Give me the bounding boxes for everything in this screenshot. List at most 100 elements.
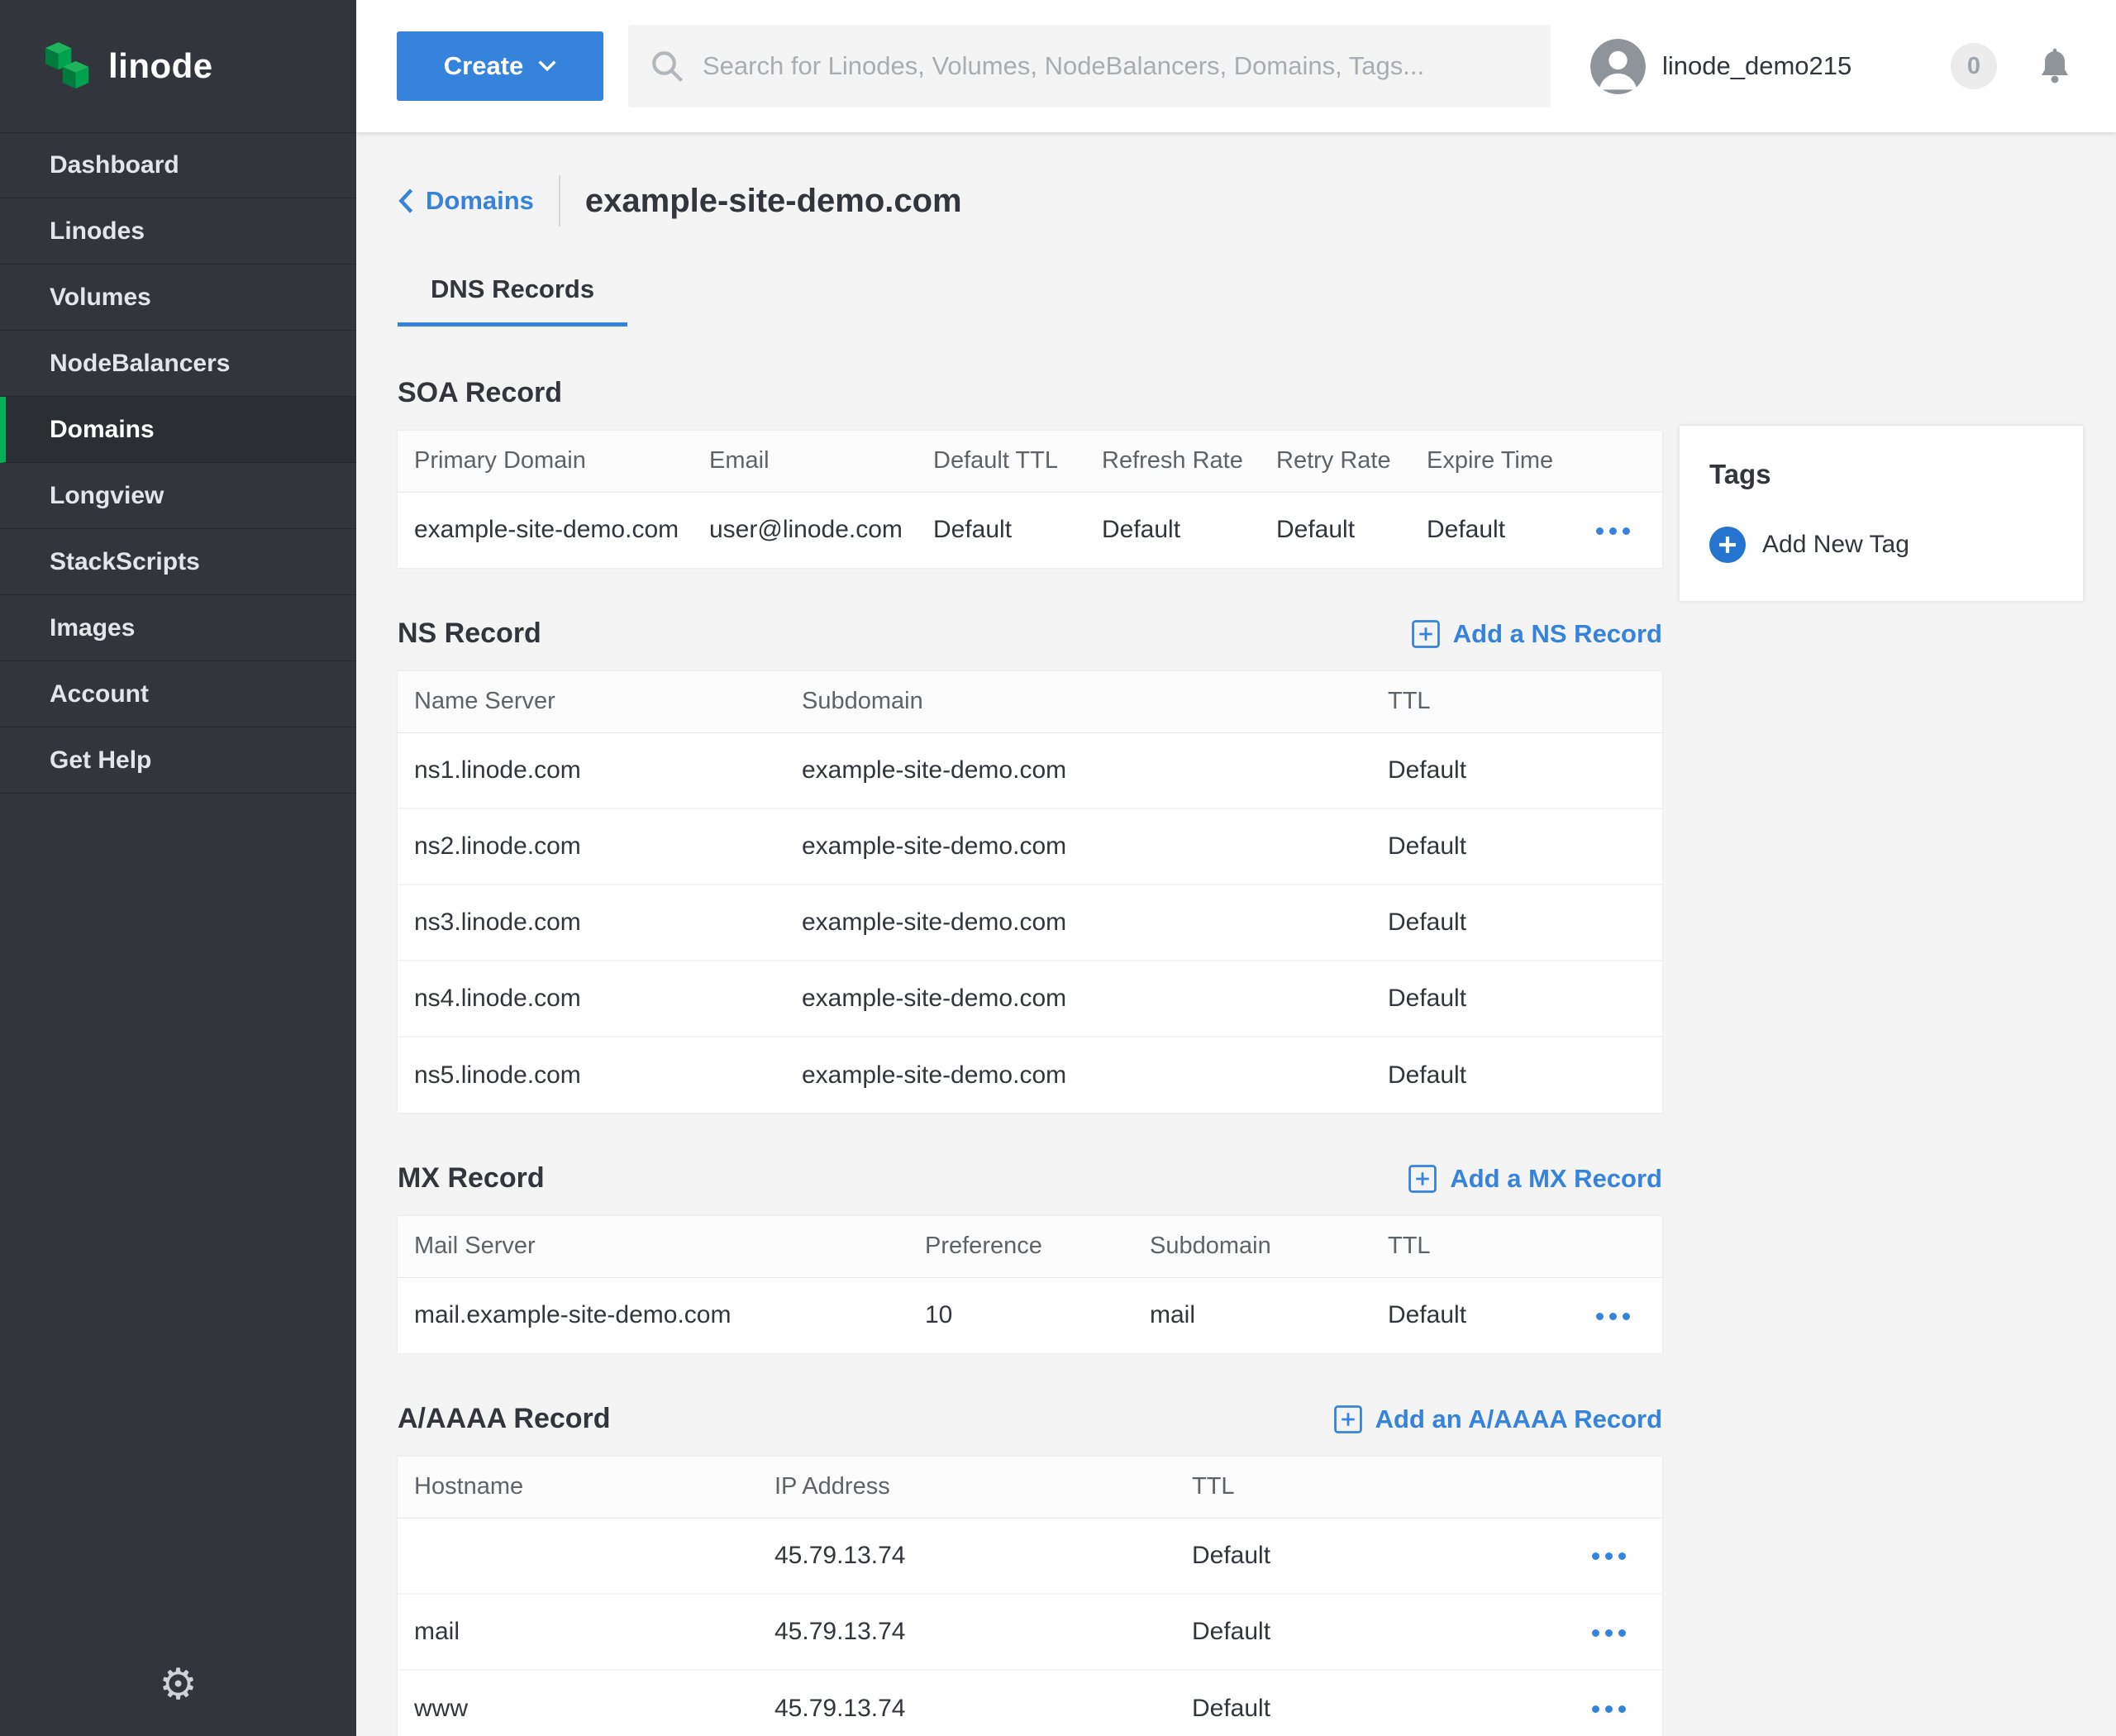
cell-default-ttl: Default <box>933 492 1102 568</box>
user-menu[interactable]: linode_demo215 <box>1590 39 1852 94</box>
notification-count: 0 <box>1967 53 1980 80</box>
add-a-aaaa-record-label: Add an A/AAAA Record <box>1375 1405 1662 1434</box>
table-row: ns5.linode.com example-site-demo.com Def… <box>398 1037 1662 1113</box>
cell-ip-address: 45.79.13.74 <box>774 1594 1192 1670</box>
table-row: ns1.linode.com example-site-demo.com Def… <box>398 732 1662 808</box>
cell-ttl: Default <box>1388 961 1662 1037</box>
add-mx-record-button[interactable]: Add a MX Record <box>1408 1164 1662 1194</box>
sidebar-item-images[interactable]: Images <box>0 595 356 661</box>
cell-subdomain: mail <box>1150 1277 1388 1353</box>
plus-circle-icon <box>1709 527 1746 563</box>
column-header: Preference <box>925 1216 1150 1277</box>
search-input[interactable] <box>703 51 1529 81</box>
sidebar-item-get-help[interactable]: Get Help <box>0 727 356 794</box>
sidebar-item-linodes[interactable]: Linodes <box>0 198 356 265</box>
ns-table: Name Server Subdomain TTL ns1.linode.com… <box>398 671 1662 1113</box>
column-header: Primary Domain <box>398 431 709 492</box>
row-actions-menu-button[interactable] <box>1584 1621 1634 1645</box>
notification-count-badge[interactable]: 0 <box>1951 43 1997 89</box>
sidebar-item-dashboard[interactable]: Dashboard <box>0 132 356 198</box>
row-actions-menu-button[interactable] <box>1584 1544 1634 1568</box>
sidebar-item-stackscripts[interactable]: StackScripts <box>0 529 356 595</box>
sidebar-item-label: NodeBalancers <box>50 350 230 378</box>
row-actions-menu-button[interactable] <box>1588 519 1638 543</box>
create-button-label: Create <box>444 51 524 81</box>
sidebar-item-domains[interactable]: Domains <box>0 397 356 463</box>
sidebar-nav: Dashboard Linodes Volumes NodeBalancers … <box>0 132 356 794</box>
cell-hostname <box>398 1518 774 1594</box>
main-area: Create linode_demo215 0 <box>356 0 2116 1736</box>
table-header-row: Name Server Subdomain TTL <box>398 671 1662 732</box>
plus-square-icon <box>1412 620 1440 648</box>
table-row: ns3.linode.com example-site-demo.com Def… <box>398 885 1662 961</box>
table-header-row: Mail Server Preference Subdomain TTL <box>398 1216 1662 1277</box>
back-link-label: Domains <box>426 186 534 216</box>
cell-ttl: Default <box>1388 808 1662 885</box>
cell-refresh-rate: Default <box>1102 492 1276 568</box>
add-a-aaaa-record-button[interactable]: Add an A/AAAA Record <box>1334 1405 1662 1434</box>
create-button[interactable]: Create <box>397 31 603 101</box>
tags-panel: Tags Add New Tag <box>1680 426 2083 601</box>
sidebar-item-longview[interactable]: Longview <box>0 463 356 529</box>
cell-name-server: ns3.linode.com <box>398 885 802 961</box>
plus-square-icon <box>1334 1405 1362 1433</box>
column-header: Subdomain <box>1150 1216 1388 1277</box>
chevron-left-icon <box>398 188 414 213</box>
mx-table: Mail Server Preference Subdomain TTL mai… <box>398 1216 1662 1353</box>
cell-ttl: Default <box>1192 1670 1571 1736</box>
back-to-domains-link[interactable]: Domains <box>398 186 534 216</box>
chevron-down-icon <box>538 60 556 72</box>
column-header: Refresh Rate <box>1102 431 1276 492</box>
add-ns-record-label: Add a NS Record <box>1453 619 1662 649</box>
cell-ttl: Default <box>1388 1277 1588 1353</box>
cell-name-server: ns4.linode.com <box>398 961 802 1037</box>
table-row: www 45.79.13.74 Default <box>398 1670 1662 1736</box>
mx-section-title: MX Record <box>398 1162 545 1195</box>
settings-gear-icon[interactable]: ⚙ <box>159 1663 198 1706</box>
logo-text: linode <box>108 46 213 86</box>
column-header: Subdomain <box>802 671 1388 732</box>
tags-panel-title: Tags <box>1709 459 2053 490</box>
avatar <box>1590 39 1646 94</box>
search-icon <box>650 49 684 83</box>
column-header: Name Server <box>398 671 802 732</box>
column-header: Default TTL <box>933 431 1102 492</box>
cell-ttl: Default <box>1192 1594 1571 1670</box>
a-aaaa-section-head: A/AAAA Record Add an A/AAAA Record <box>398 1403 1662 1435</box>
soa-table: Primary Domain Email Default TTL Refresh… <box>398 431 1662 568</box>
tab-dns-records[interactable]: DNS Records <box>398 274 627 327</box>
cell-subdomain: example-site-demo.com <box>802 961 1388 1037</box>
table-header-row: Hostname IP Address TTL <box>398 1457 1662 1518</box>
sidebar-item-label: Linodes <box>50 217 145 246</box>
notifications-bell-button[interactable] <box>2035 46 2075 86</box>
table-row: 45.79.13.74 Default <box>398 1518 1662 1594</box>
row-actions-menu-button[interactable] <box>1588 1304 1638 1328</box>
linode-logo[interactable]: linode <box>0 0 356 132</box>
add-new-tag-label: Add New Tag <box>1762 531 1909 559</box>
app-window: linode Dashboard Linodes Volumes NodeBal… <box>0 0 2116 1736</box>
cell-ip-address: 45.79.13.74 <box>774 1518 1192 1594</box>
table-row: example-site-demo.com user@linode.com De… <box>398 492 1662 568</box>
username: linode_demo215 <box>1662 51 1852 81</box>
page-title: example-site-demo.com <box>585 183 962 220</box>
topbar: Create linode_demo215 0 <box>356 0 2116 132</box>
sidebar-item-label: Dashboard <box>50 151 179 179</box>
mx-section-head: MX Record Add a MX Record <box>398 1162 1662 1195</box>
cell-email: user@linode.com <box>709 492 933 568</box>
sidebar-item-account[interactable]: Account <box>0 661 356 727</box>
cell-preference: 10 <box>925 1277 1150 1353</box>
sidebar-item-nodebalancers[interactable]: NodeBalancers <box>0 331 356 397</box>
column-header: Mail Server <box>398 1216 925 1277</box>
ns-section-title: NS Record <box>398 618 541 650</box>
row-actions-menu-button[interactable] <box>1584 1697 1634 1721</box>
plus-square-icon <box>1408 1165 1437 1193</box>
cell-ttl: Default <box>1388 885 1662 961</box>
tab-strip: DNS Records <box>398 274 1662 327</box>
cell-retry-rate: Default <box>1276 492 1427 568</box>
cell-subdomain: example-site-demo.com <box>802 732 1388 808</box>
table-row: mail.example-site-demo.com 10 mail Defau… <box>398 1277 1662 1353</box>
sidebar-item-volumes[interactable]: Volumes <box>0 265 356 331</box>
soa-section-head: SOA Record <box>398 377 1662 409</box>
add-ns-record-button[interactable]: Add a NS Record <box>1412 619 1662 649</box>
add-new-tag-button[interactable]: Add New Tag <box>1709 527 1909 563</box>
